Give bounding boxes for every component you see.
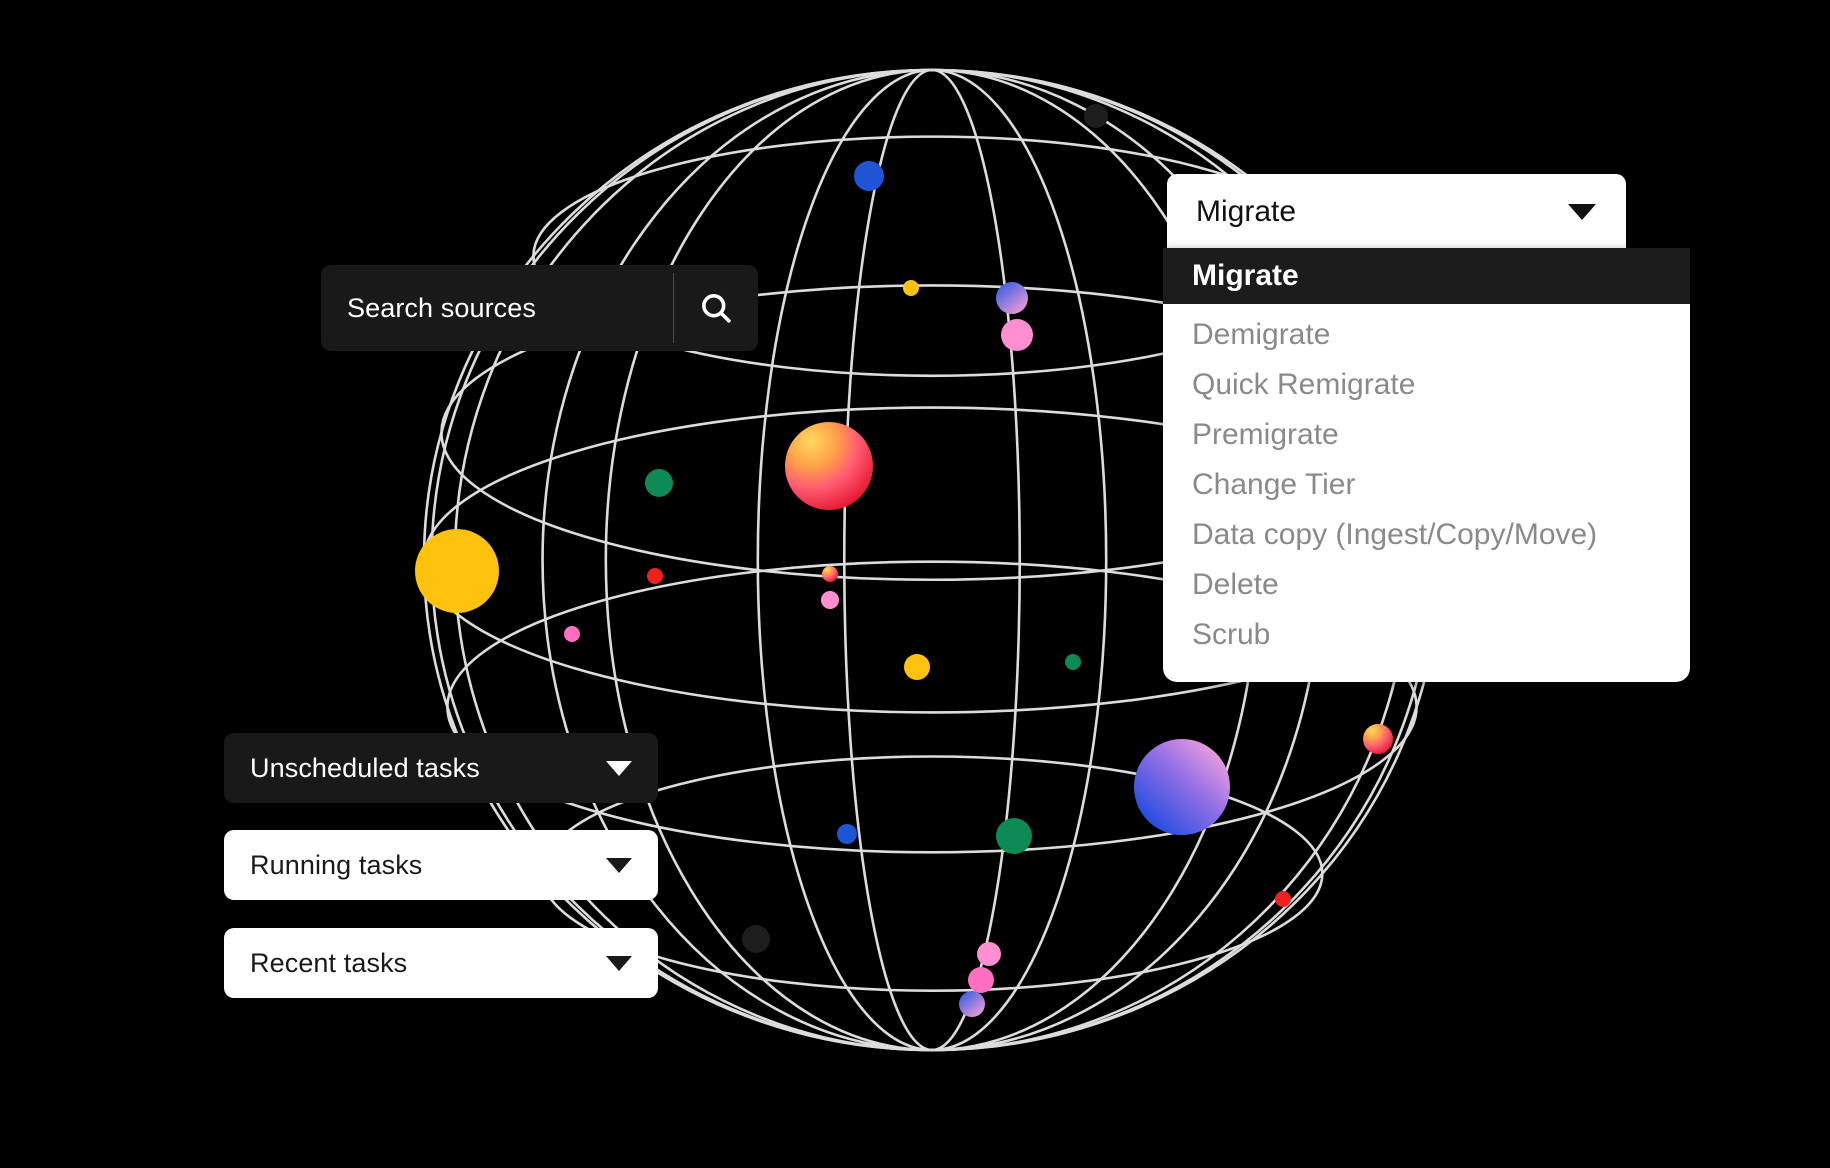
search-input[interactable] [345,291,673,325]
globe-node-green-node-s[interactable] [996,818,1032,854]
migrate-option-demigrate[interactable]: Demigrate [1163,310,1690,360]
migrate-option-scrub[interactable]: Scrub [1163,610,1690,660]
globe-node-dark-node-ne[interactable] [1084,104,1108,128]
globe-node-red-dot-w[interactable] [647,568,663,584]
globe-line [541,68,934,1052]
migrate-select[interactable]: Migrate [1167,174,1626,250]
globe-node-big-sun[interactable] [785,422,873,510]
migrate-option-migrate[interactable]: Migrate [1163,248,1690,304]
globe-node-blue-dot-s2[interactable] [959,991,985,1017]
search-input-wrapper[interactable] [321,265,673,351]
globe-line [842,68,934,1052]
dropdown-label-running-tasks: Running tasks [250,849,423,880]
migrate-option-quick-remigrate[interactable]: Quick Remigrate [1163,360,1690,410]
chevron-down-icon [606,955,632,971]
dropdown-label-unscheduled-tasks: Unscheduled tasks [250,752,480,783]
globe-node-big-blue-sphere[interactable] [1134,739,1230,835]
globe-node-blue-node-n[interactable] [854,161,884,191]
globe-node-pink-node-n[interactable] [1001,319,1033,351]
globe-line [540,755,1324,875]
migrate-option-delete[interactable]: Delete [1163,560,1690,610]
globe-line [930,68,1108,1052]
chevron-down-icon [606,760,632,776]
globe-node-blue-dot-s[interactable] [837,824,857,844]
globe-node-yellow-dot-n[interactable] [903,280,919,296]
globe-line [430,68,934,1052]
globe-node-yellow-big-w[interactable] [415,529,499,613]
search-button[interactable] [674,265,758,351]
globe-node-gradient-node-bp[interactable] [996,282,1028,314]
globe-line [453,68,934,1052]
globe-node-small-sun[interactable] [822,566,838,582]
dropdown-unscheduled-tasks[interactable]: Unscheduled tasks [224,733,658,803]
globe-node-pink-dot-s1[interactable] [977,942,1001,966]
migrate-select-value: Migrate [1196,195,1297,228]
globe-line [604,68,934,1052]
chevron-down-icon [1568,204,1596,220]
globe-node-dark-node-sw[interactable] [742,925,770,953]
dropdown-running-tasks[interactable]: Running tasks [224,830,658,900]
migrate-option-premigrate[interactable]: Premigrate [1163,410,1690,460]
globe-node-pink-dot-sw[interactable] [564,626,580,642]
globe-node-green-node-w[interactable] [645,469,673,497]
migrate-option-data-copy-ingest-copy-move[interactable]: Data copy (Ingest/Copy/Move) [1163,510,1690,560]
migrate-option-change-tier[interactable]: Change Tier [1163,460,1690,510]
globe-node-yellow-dot-c[interactable] [904,654,930,680]
search-sources-box[interactable] [321,265,758,351]
dropdown-label-recent-tasks: Recent tasks [250,947,408,978]
search-icon [702,294,731,323]
migrate-option-list[interactable]: Migrate Demigrate Quick Remigrate Premigrat… [1163,248,1690,682]
globe-node-green-dot-e[interactable] [1065,654,1081,670]
globe-line [540,872,1324,992]
dropdown-recent-tasks[interactable]: Recent tasks [224,928,658,998]
globe-line [930,68,1022,1052]
globe-node-pink-dot-s2[interactable] [968,967,994,993]
globe-node-gradient-node-se[interactable] [1363,724,1393,754]
globe-line [756,68,934,1052]
globe-node-red-dot-se[interactable] [1275,891,1291,907]
chevron-down-icon [606,857,632,873]
app-canvas: Unscheduled tasks Running tasks Recent t… [0,0,1830,1168]
globe-node-pink-dot-c[interactable] [821,591,839,609]
